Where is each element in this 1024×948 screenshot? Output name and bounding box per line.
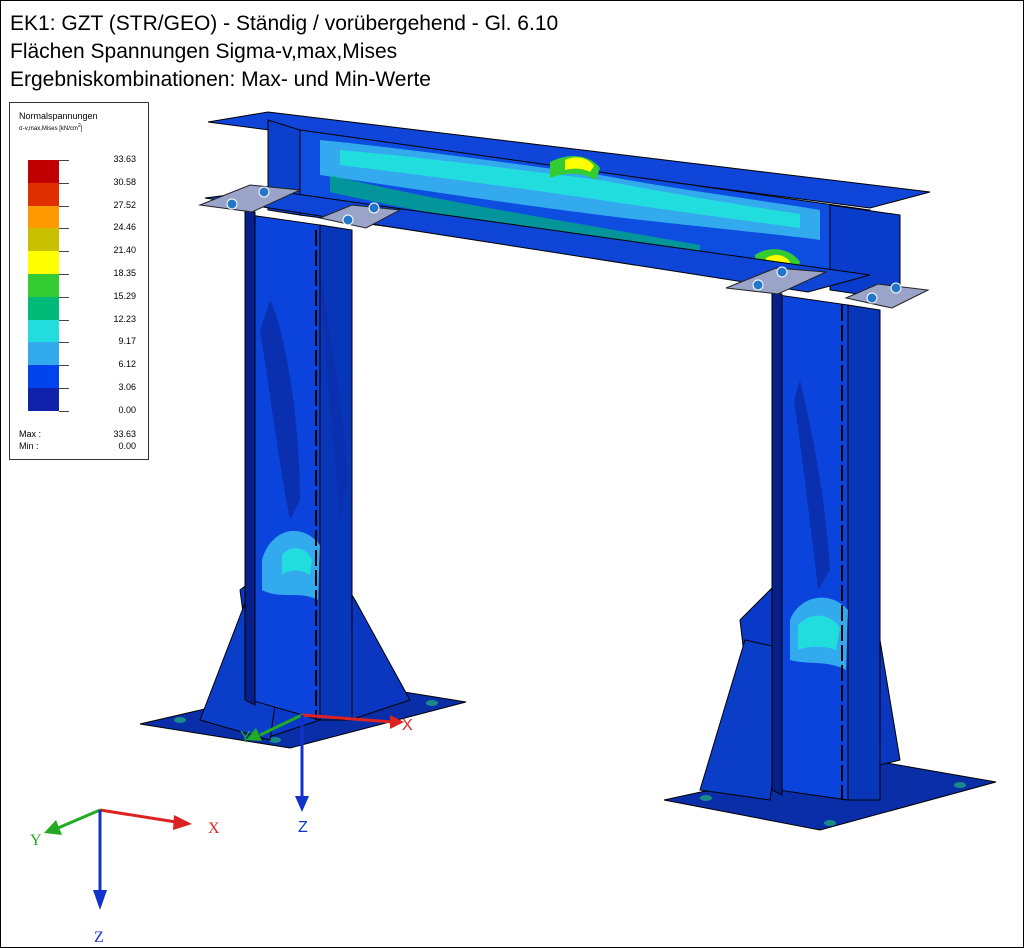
legend-value: 15.29 [113, 290, 136, 301]
legend-tick [59, 228, 69, 230]
legend-tick [59, 274, 69, 275]
legend-color-band [28, 228, 59, 252]
legend-value: 21.40 [113, 245, 136, 256]
right-column [699, 291, 901, 801]
global-axis-x-label: X [208, 820, 220, 837]
global-axis-triad: X Y Z [30, 808, 220, 946]
legend-color-band [28, 205, 59, 229]
legend-color-band [28, 296, 59, 320]
legend-tick [59, 296, 69, 298]
anchor-bolt [824, 820, 836, 826]
legend-color-band [28, 365, 59, 388]
model-axis-y-label: Y [240, 729, 251, 746]
legend-min-label: Min : [19, 441, 39, 451]
model-axis-x-label: X [402, 717, 413, 734]
global-axis-z-label: Z [94, 929, 104, 946]
legend-value: 9.17 [118, 336, 136, 347]
legend-tick [59, 365, 69, 367]
legend-color-band [28, 251, 59, 274]
legend-color-band [28, 388, 59, 411]
legend-min-value: 0.00 [118, 441, 136, 451]
legend-max-value: 33.63 [113, 429, 136, 439]
anchor-bolt [954, 782, 966, 788]
legend-unit: σ-v,max,Mises [kN/cm2] [19, 123, 83, 132]
legend-tick [59, 342, 69, 344]
legend-tick [59, 319, 69, 321]
legend-value: 30.58 [113, 176, 136, 187]
legend-tick [59, 410, 69, 412]
legend-tick [59, 160, 69, 161]
legend-color-band [28, 160, 59, 183]
legend-tick [59, 251, 69, 253]
legend-color-band [28, 182, 59, 206]
legend-title: Normalspannungen [19, 111, 98, 121]
anchor-bolt [700, 795, 712, 801]
legend-tick [59, 388, 69, 389]
legend-value: 27.52 [113, 199, 136, 210]
legend-value: 0.00 [118, 404, 136, 415]
legend-max-label: Max : [19, 429, 42, 439]
legend-color-band [28, 274, 59, 297]
legend-tick [59, 182, 69, 184]
legend-value: 12.23 [113, 313, 136, 324]
legend-tick [59, 205, 69, 207]
anchor-bolt [174, 717, 186, 723]
stress-legend: Normalspannungen σ-v,max,Mises [kN/cm2] … [9, 102, 149, 460]
legend-color-band [28, 319, 59, 343]
global-axis-y-label: Y [30, 832, 42, 849]
anchor-bolt [426, 700, 438, 706]
legend-value: 33.63 [113, 154, 136, 164]
legend-value: 3.06 [118, 382, 136, 392]
legend-value: 24.46 [113, 222, 136, 233]
model-axis-z-label: Z [298, 819, 308, 836]
legend-value: 6.12 [118, 359, 136, 370]
legend-color-band [28, 342, 59, 366]
model-view[interactable]: X Y Z X Y Z [0, 0, 1024, 948]
legend-value: 18.35 [113, 268, 136, 278]
left-column [199, 209, 411, 741]
